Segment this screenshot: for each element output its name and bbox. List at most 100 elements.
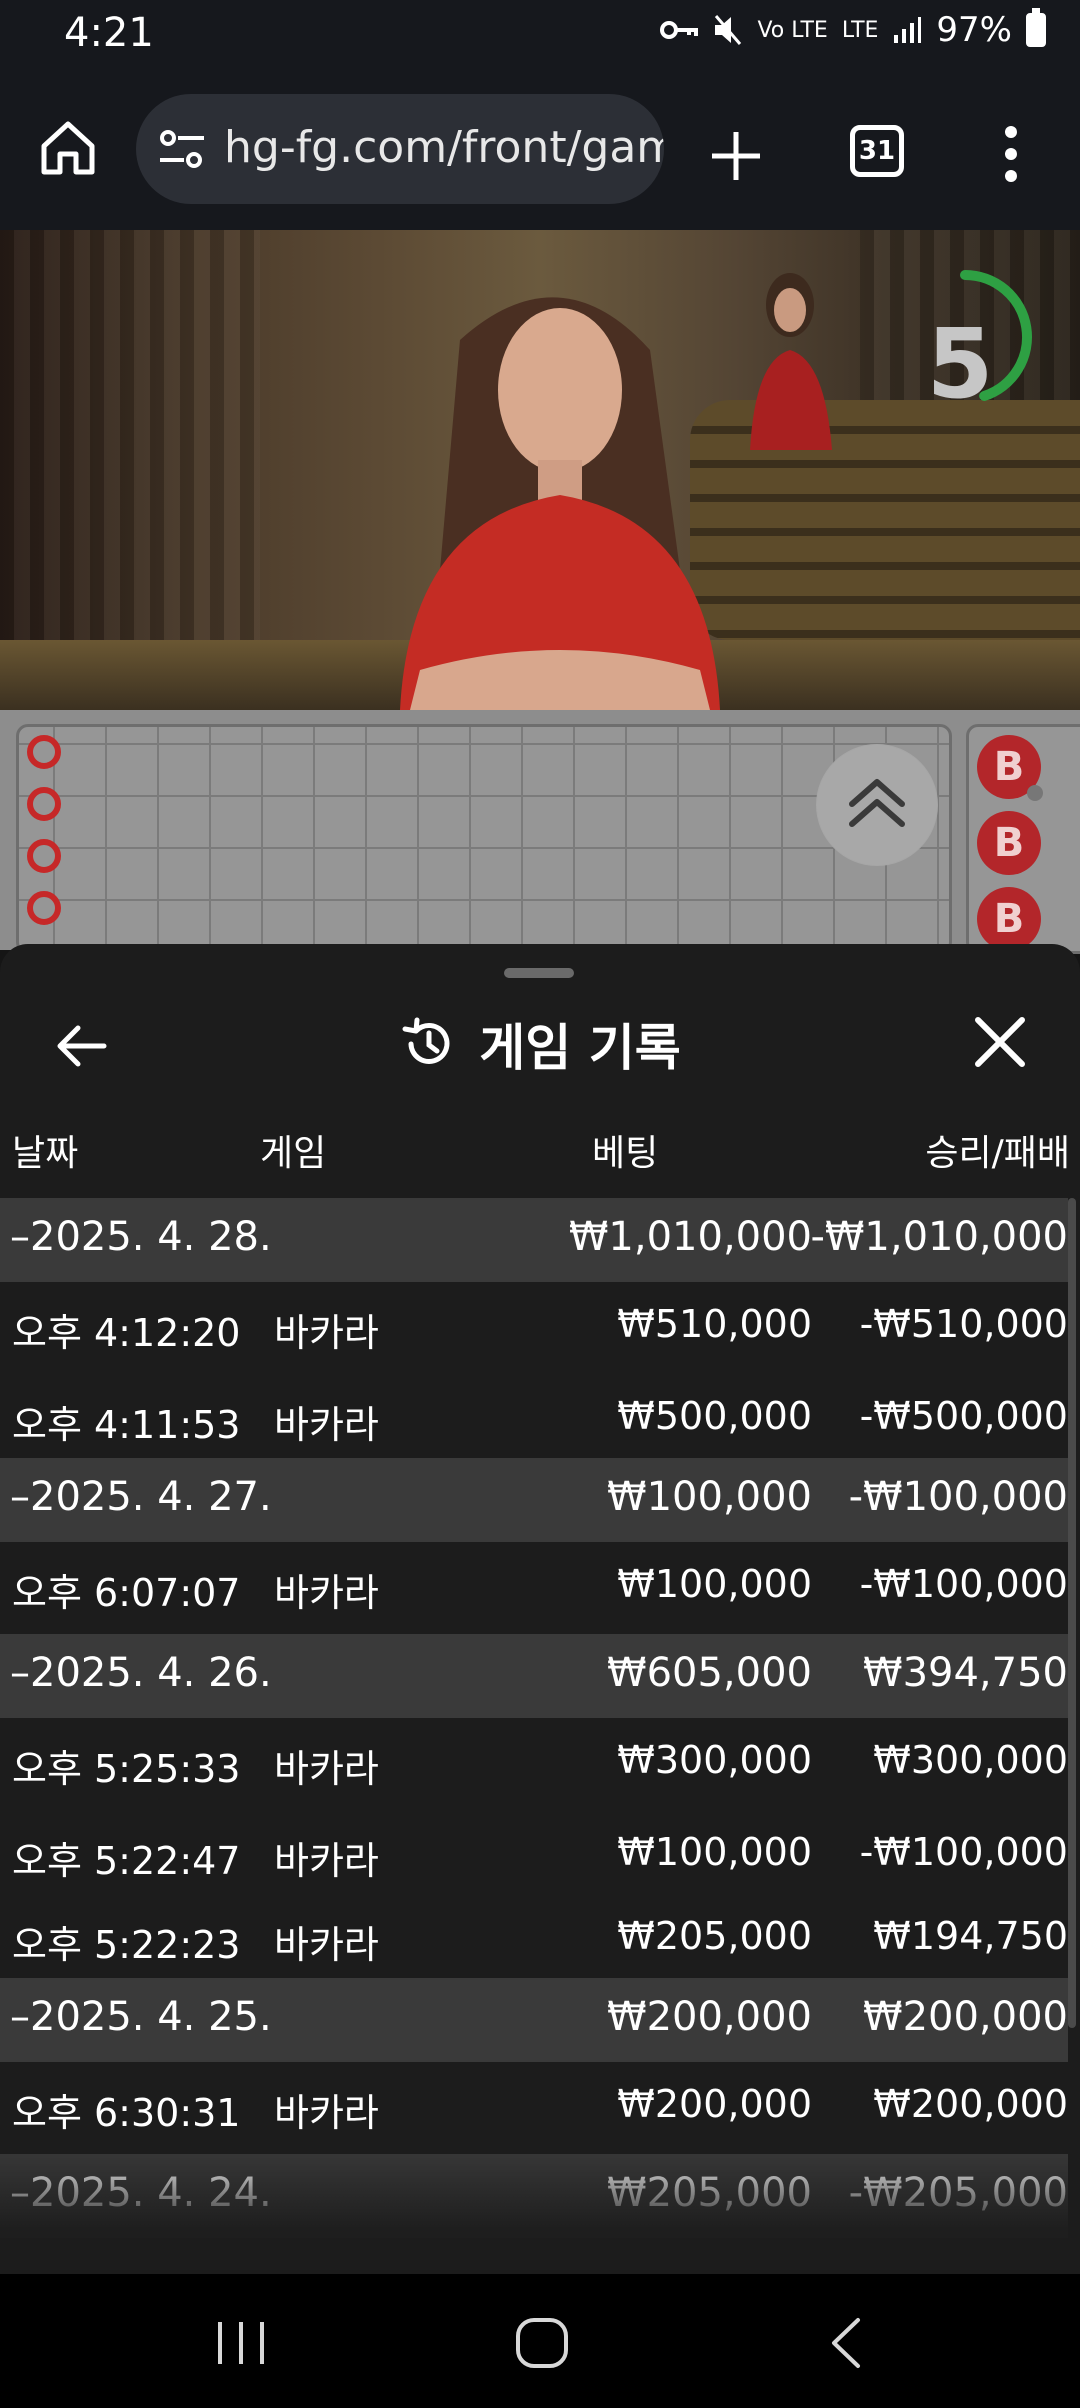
group-date: –2025. 4. 26. [10,1650,272,1696]
status-bar: 4:21 Vo LTE LTE 97% [0,0,1080,70]
bead-banker: B [977,887,1041,951]
history-entry-row[interactable]: 오후 5:22:47 바카라 ₩100,000 -₩100,000 [0,1810,1068,1894]
group-result-total: -₩205,000 [848,2170,1068,2216]
entry-bet: ₩300,000 [617,1738,812,1782]
bead-road-panel[interactable]: B B B [966,724,1080,954]
big-road-ring [27,839,61,873]
expand-up-button[interactable] [816,744,938,866]
date-group-row[interactable]: –2025. 4. 25. ₩200,000 ₩200,000 [0,1978,1068,2062]
entry-game: 바카라 [274,2091,379,2135]
entry-game: 바카라 [274,1571,379,1615]
signal-icon [894,17,922,43]
date-group-row[interactable]: –2025. 4. 28. ₩1,010,000 -₩1,010,000 [0,1198,1068,1282]
entry-bet: ₩100,000 [617,1562,812,1606]
road-scoreboard: B B B [0,710,1080,954]
group-result-total: ₩200,000 [863,1994,1068,2040]
entry-time: 오후 5:25:33 [12,1747,241,1791]
background-dealer-figure [750,273,832,450]
entry-game: 바카라 [274,1311,379,1355]
big-road-ring [27,787,61,821]
back-nav-icon[interactable] [826,2314,866,2372]
entry-game: 바카라 [274,1923,379,1967]
column-header-game: 게임 [260,1133,327,1174]
bead-pair-dot [1027,785,1043,801]
entry-time: 오후 5:22:23 [12,1923,241,1967]
history-entry-row[interactable]: 오후 5:22:23 바카라 ₩205,000 ₩194,750 [0,1894,1068,1978]
column-header-date: 날짜 [12,1133,79,1174]
entry-result: -₩100,000 [859,1562,1068,1606]
entry-result: -₩500,000 [859,1394,1068,1438]
clock: 4:21 [64,10,154,56]
group-date: –2025. 4. 25. [10,1994,272,2040]
entry-game: 바카라 [274,1747,379,1791]
column-header-bet: 베팅 [592,1133,659,1174]
history-list: –2025. 4. 28. ₩1,010,000 -₩1,010,000 오후 … [0,1198,1068,2238]
big-road-grid[interactable] [16,724,952,954]
group-bet-total: ₩205,000 [607,2170,812,2216]
entry-result: ₩300,000 [873,1738,1068,1782]
system-nav-bar [0,2274,1080,2408]
battery-icon [1026,8,1046,47]
history-entry-row[interactable]: 오후 5:25:33 바카라 ₩300,000 ₩300,000 [0,1718,1068,1810]
entry-bet: ₩500,000 [617,1394,812,1438]
mute-icon [715,15,742,45]
history-entry-row[interactable]: 오후 6:30:31 바카라 ₩200,000 ₩200,000 [0,2062,1068,2154]
history-entry-row[interactable]: 오후 4:11:53 바카라 ₩500,000 -₩500,000 [0,1374,1068,1458]
vpn-key-icon [660,21,699,39]
history-icon [402,1017,450,1064]
group-date: –2025. 4. 24. [10,2170,272,2216]
entry-result: -₩100,000 [859,1830,1068,1874]
entry-time: 오후 6:30:31 [12,2091,241,2135]
dealer-figure [400,297,720,710]
address-bar[interactable]: hg-fg.com/front/gam [136,94,664,204]
entry-result: ₩194,750 [873,1914,1068,1958]
browser-toolbar: hg-fg.com/front/gam 31 [0,70,1080,232]
network-type-label: LTE [841,17,879,43]
battery-percent: 97% [936,10,1012,50]
recent-apps-icon[interactable] [214,2318,268,2368]
history-entry-row[interactable]: 오후 6:07:07 바카라 ₩100,000 -₩100,000 [0,1542,1068,1634]
entry-result: -₩510,000 [859,1302,1068,1346]
group-bet-total: ₩605,000 [607,1650,812,1696]
entry-time: 오후 6:07:07 [12,1571,241,1615]
history-column-headers: 날짜 게임 베팅 승리/패배 [0,1104,1080,1174]
site-settings-icon[interactable] [156,124,208,176]
group-bet-total: ₩1,010,000 [568,1214,812,1260]
group-result-total: ₩394,750 [863,1650,1068,1696]
curtain-left [0,230,260,710]
group-date: –2025. 4. 28. [10,1214,272,1260]
tab-switcher-button[interactable]: 31 [850,125,904,177]
group-date: –2025. 4. 27. [10,1474,272,1520]
more-menu-icon[interactable] [986,122,1036,186]
history-entry-row[interactable]: 오후 4:12:20 바카라 ₩510,000 -₩510,000 [0,1282,1068,1374]
big-road-ring [27,735,61,769]
entry-bet: ₩200,000 [617,2082,812,2126]
entry-result: ₩200,000 [873,2082,1068,2126]
column-header-result: 승리/패배 [925,1133,1070,1174]
bead-banker: B [977,811,1041,875]
entry-time: 오후 5:22:47 [12,1839,241,1883]
entry-game: 바카라 [274,1403,379,1447]
date-group-row[interactable]: –2025. 4. 26. ₩605,000 ₩394,750 [0,1634,1068,1718]
entry-bet: ₩205,000 [617,1914,812,1958]
home-nav-icon[interactable] [512,2314,572,2372]
close-icon[interactable] [968,1010,1032,1074]
status-icons: Vo LTE LTE 97% [659,8,1046,50]
volte-label: Vo LTE [757,17,828,43]
sheet-header: 게임 기록 [0,1004,1080,1084]
entry-time: 오후 4:12:20 [12,1311,241,1355]
entry-time: 오후 4:11:53 [12,1403,241,1447]
url-text[interactable]: hg-fg.com/front/gam [224,122,664,173]
history-scrollbar[interactable] [1068,1198,1076,2028]
new-tab-icon[interactable] [706,126,766,186]
entry-game: 바카라 [274,1839,379,1883]
group-bet-total: ₩200,000 [607,1994,812,2040]
date-group-row[interactable]: –2025. 4. 24. ₩205,000 -₩205,000 [0,2154,1068,2238]
home-icon[interactable] [36,116,100,180]
big-road-ring [27,891,61,925]
group-result-total: -₩100,000 [848,1474,1068,1520]
sheet-drag-handle[interactable] [504,968,574,978]
group-bet-total: ₩100,000 [607,1474,812,1520]
date-group-row[interactable]: –2025. 4. 27. ₩100,000 -₩100,000 [0,1458,1068,1542]
group-result-total: -₩1,010,000 [810,1214,1068,1260]
